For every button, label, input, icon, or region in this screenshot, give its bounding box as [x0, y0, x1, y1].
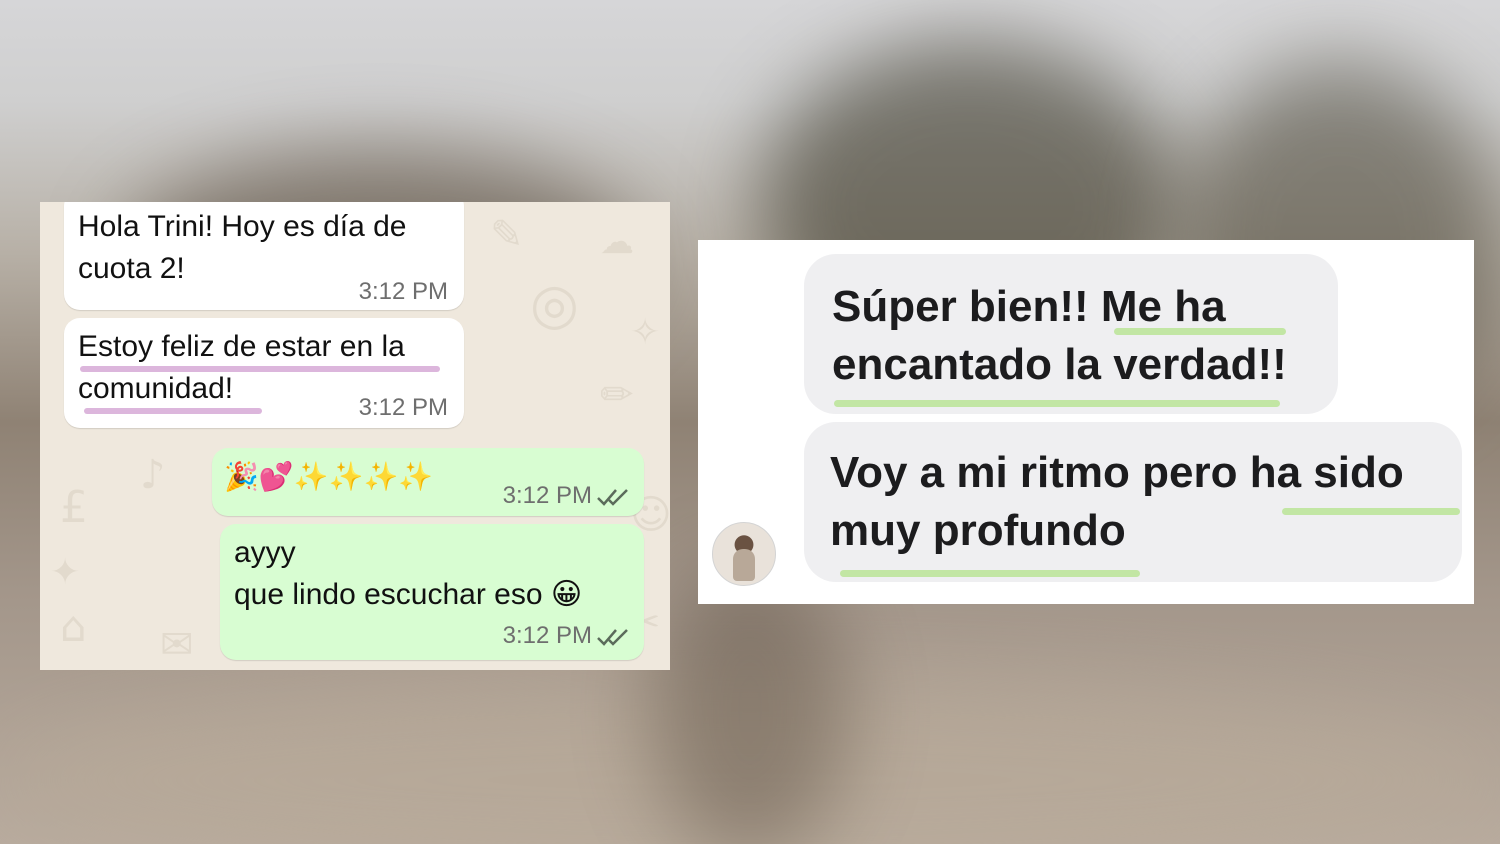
incoming-message-bubble[interactable]: Voy a mi ritmo pero ha sido muy profundo: [804, 422, 1462, 582]
green-highlight-underline: [834, 400, 1280, 407]
message-text: Hola Trini! Hoy es día de cuota 2!: [78, 210, 407, 285]
outgoing-message-bubble[interactable]: ayyy que lindo escuchar eso 😀 3:12 PM: [220, 524, 644, 660]
message-time: 3:12 PM: [502, 622, 592, 649]
green-highlight-underline: [840, 570, 1140, 577]
dm-chat-screenshot: Súper bien!! Me ha encantado la verdad!!…: [698, 240, 1474, 604]
read-double-check-icon: [597, 629, 628, 646]
incoming-message-bubble[interactable]: Estoy feliz de estar en la comunidad! 3:…: [64, 318, 464, 428]
incoming-message-bubble[interactable]: Súper bien!! Me ha encantado la verdad!!: [804, 254, 1338, 414]
message-time: 3:12 PM: [358, 278, 448, 305]
emoji-message-text: 🎉💕✨✨✨✨: [224, 460, 434, 493]
message-time: 3:12 PM: [502, 482, 592, 509]
message-time: 3:12 PM: [358, 394, 448, 421]
message-text: Estoy feliz de estar en la comunidad!: [78, 330, 405, 405]
incoming-message-bubble[interactable]: Hola Trini! Hoy es día de cuota 2! 3:12 …: [64, 202, 464, 310]
outgoing-message-bubble[interactable]: 🎉💕✨✨✨✨ 3:12 PM: [212, 448, 644, 516]
whatsapp-chat-screenshot: ✎ ☁ ◎ ✧ ✏ £ ♪ ✦ ⌂ ✉ ☺ ✂ Hola Trini! Hoy …: [40, 202, 670, 670]
message-text: Voy a mi ritmo pero ha sido muy profundo: [830, 448, 1404, 555]
message-text: ayyy que lindo escuchar eso 😀: [234, 536, 583, 611]
message-text: Súper bien!! Me ha encantado la verdad!!: [832, 282, 1287, 389]
read-double-check-icon: [597, 489, 628, 506]
user-avatar[interactable]: [712, 522, 776, 586]
